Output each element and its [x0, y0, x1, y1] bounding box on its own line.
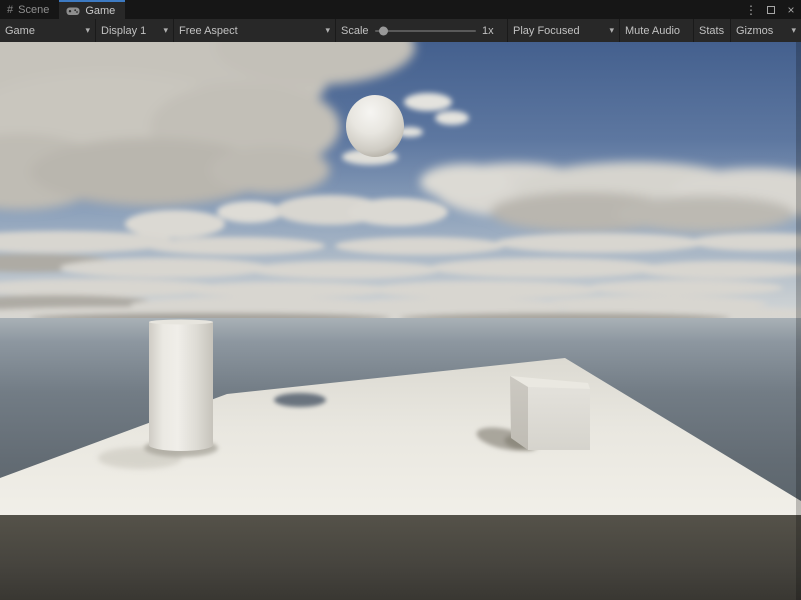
gamepad-icon [66, 6, 80, 16]
tab-strip: # Scene Game ⋮ × [0, 0, 801, 19]
cylinder-object [144, 320, 218, 458]
game-view-toolbar: Game ▾ Display 1 ▾ Free Aspect ▾ Scale 1… [0, 19, 801, 42]
gizmos-label: Gizmos [736, 25, 773, 37]
rendered-scene [0, 42, 801, 600]
play-focused-dropdown[interactable]: Play Focused ▾ [508, 19, 620, 42]
stats-button[interactable]: Stats [694, 19, 731, 42]
aspect-ratio-label: Free Aspect [179, 25, 238, 37]
scale-value: 1x [482, 25, 502, 37]
display-dropdown[interactable]: Display 1 ▾ [96, 19, 174, 42]
aspect-ratio-dropdown[interactable]: Free Aspect ▾ [174, 19, 336, 42]
chevron-down-icon: ▾ [79, 25, 90, 36]
game-viewport[interactable] [0, 42, 801, 600]
sphere-object [346, 95, 404, 157]
scale-control: Scale 1x [336, 19, 508, 42]
tab-scene[interactable]: # Scene [0, 0, 59, 19]
kebab-menu-icon[interactable]: ⋮ [744, 3, 758, 17]
game-target-label: Game [5, 25, 35, 37]
unity-game-view-window: # Scene Game ⋮ × Game ▾ D [0, 0, 801, 600]
scale-label: Scale [341, 25, 369, 37]
tab-game[interactable]: Game [59, 0, 125, 19]
maximize-icon[interactable] [764, 3, 778, 17]
mute-audio-label: Mute Audio [625, 25, 680, 37]
tab-scene-label: Scene [18, 4, 49, 16]
cube-object [510, 376, 590, 450]
scale-slider-knob[interactable] [379, 26, 388, 35]
viewport-edge-shade [796, 42, 801, 600]
play-focused-label: Play Focused [513, 25, 580, 37]
close-icon[interactable]: × [784, 3, 798, 17]
stats-label: Stats [699, 25, 724, 37]
sphere-shadow [274, 393, 326, 407]
game-target-dropdown[interactable]: Game ▾ [0, 19, 96, 42]
scale-slider-track[interactable] [375, 30, 476, 32]
window-controls: ⋮ × [744, 0, 798, 19]
gizmos-dropdown[interactable]: Gizmos ▾ [731, 19, 801, 42]
chevron-down-icon: ▾ [319, 25, 330, 36]
dark-ground [0, 515, 801, 600]
chevron-down-icon: ▾ [603, 25, 614, 36]
scene-grid-icon: # [7, 4, 13, 16]
chevron-down-icon: ▾ [785, 25, 796, 36]
display-label: Display 1 [101, 25, 146, 37]
scale-slider[interactable] [375, 30, 476, 32]
mute-audio-button[interactable]: Mute Audio [620, 19, 694, 42]
tab-game-label: Game [85, 5, 115, 17]
chevron-down-icon: ▾ [157, 25, 168, 36]
